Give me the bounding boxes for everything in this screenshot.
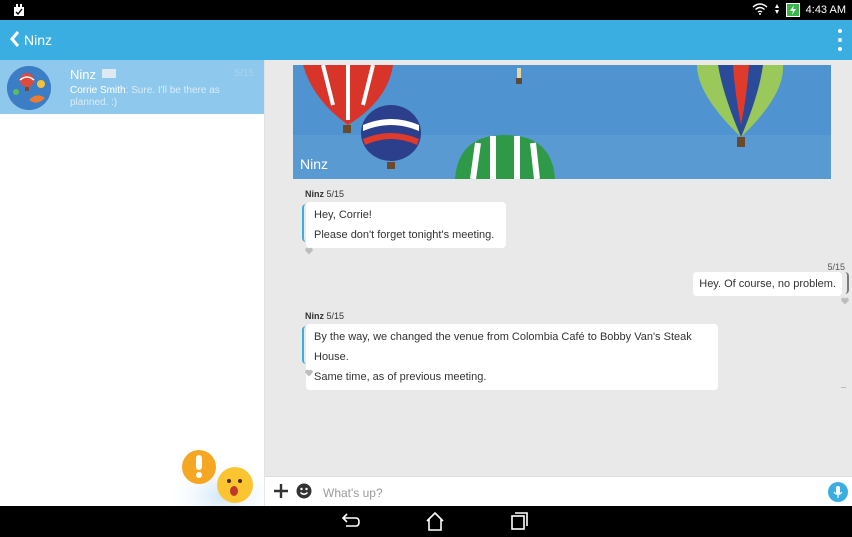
mic-icon[interactable]	[828, 482, 848, 502]
message-sender: Ninz 5/15	[305, 189, 345, 199]
banner-name: Ninz	[300, 156, 329, 172]
message-line: Hey. Of course, no problem.	[699, 278, 836, 290]
message-input[interactable]	[321, 483, 725, 503]
conversation-preview: Corrie Smith: Sure. I'll be there as pla…	[70, 85, 240, 109]
wifi-icon	[752, 2, 768, 18]
overflow-menu-icon[interactable]	[836, 29, 844, 51]
message-bubble[interactable]: Hey, Corrie! Please don't forget tonight…	[306, 202, 506, 248]
like-heart-icon[interactable]	[305, 247, 313, 255]
status-time: 4:43 AM	[805, 4, 846, 16]
hot-air-balloons-image	[293, 65, 831, 179]
back-label: Ninz	[24, 32, 53, 48]
app-bar: Ninz	[0, 20, 852, 60]
group-badge-icon	[102, 69, 116, 78]
my-message-bubble[interactable]: Hey. Of course, no problem.	[693, 272, 842, 296]
status-bar: 4:43 AM	[0, 0, 852, 20]
nav-recents-icon[interactable]	[507, 510, 531, 532]
like-heart-icon[interactable]	[305, 369, 313, 377]
back-button[interactable]: Ninz	[10, 20, 52, 60]
like-heart-icon[interactable]	[841, 297, 849, 305]
nav-home-icon[interactable]	[423, 510, 447, 532]
battery-icon	[785, 3, 800, 17]
message-input-bar	[265, 476, 852, 507]
message-sender: Ninz 5/15	[305, 311, 345, 321]
message-time: 5/15	[326, 189, 345, 199]
chat-banner: Ninz	[293, 65, 831, 179]
conversation-name: Ninz	[70, 67, 97, 82]
message-time: 5/15	[827, 262, 845, 272]
message-bubble[interactable]: By the way, we changed the venue from Co…	[306, 324, 718, 390]
message-line: Same time, as of previous meeting.	[314, 371, 487, 383]
preview-sender: Corrie Smith	[70, 85, 126, 96]
system-nav-bar	[0, 506, 852, 536]
plus-icon[interactable]	[271, 481, 291, 501]
avatar	[7, 66, 51, 110]
message-time: 5/15	[326, 311, 345, 321]
message-line: Please don't forget tonight's meeting.	[314, 229, 495, 241]
chat-area: Ninz Ninz 5/15 Hey, Corrie! Please don't…	[265, 60, 852, 476]
conversation-item[interactable]: Ninz 5/15 Corrie Smith: Sure. I'll be th…	[0, 60, 264, 114]
back-chevron-icon	[10, 30, 20, 50]
message-line: Hey, Corrie!	[314, 209, 372, 221]
notification-icon	[12, 3, 26, 17]
message-line: By the way, we changed the venue from Co…	[314, 331, 692, 363]
mascot-floating-button[interactable]	[170, 440, 265, 506]
conversation-time: 5/15	[234, 68, 254, 79]
emoji-icon[interactable]	[296, 483, 312, 499]
data-arrows-icon	[774, 3, 780, 18]
divider	[841, 387, 846, 388]
nav-back-icon[interactable]	[338, 510, 362, 532]
